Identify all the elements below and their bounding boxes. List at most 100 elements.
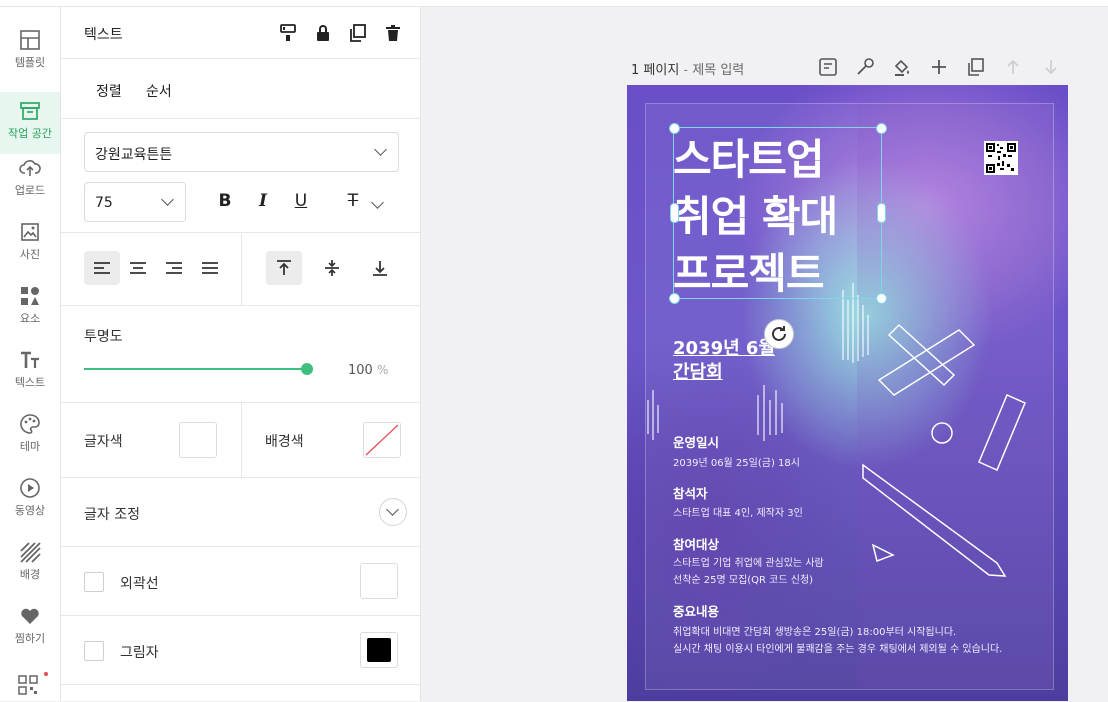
memo-icon[interactable] [818, 57, 838, 77]
page-title-input[interactable]: 제목 입력 [692, 63, 744, 78]
resize-handle-bottom-right[interactable] [876, 293, 887, 304]
schedule-text[interactable]: 2039년 06월 25일(금) 18시 [673, 454, 800, 469]
background-icon [19, 541, 41, 563]
shadow-checkbox[interactable] [84, 641, 104, 661]
panel-header: 텍스트 [61, 7, 420, 59]
schedule-heading[interactable]: 운영일시 [673, 432, 719, 451]
align-center-button[interactable] [120, 251, 156, 285]
align-center-icon [130, 262, 146, 274]
align-right-button[interactable] [156, 251, 192, 285]
align-justify-icon [202, 262, 218, 274]
bg-color-swatch-none[interactable] [363, 422, 401, 458]
strikethrough-icon[interactable]: T [341, 189, 365, 213]
outline-color-swatch[interactable] [360, 563, 398, 599]
opacity-label: 투명도 [84, 329, 123, 345]
outline-checkbox[interactable] [84, 572, 104, 592]
bold-icon[interactable]: B [213, 189, 237, 213]
rail-item-label: 템플릿 [14, 56, 46, 69]
align-left-button[interactable] [84, 251, 120, 285]
add-page-icon[interactable] [929, 57, 949, 77]
font-family-value: 강원교육튼튼 [95, 147, 173, 163]
rail-item-text[interactable]: 텍스트 [0, 327, 60, 389]
target-text[interactable]: 스타트업 기업 취업에 관심있는 사람 [673, 554, 824, 569]
rail-item-background[interactable]: 배경 [0, 519, 60, 581]
upload-icon [19, 157, 41, 179]
attendees-text[interactable]: 스타트업 대표 4인, 제작자 3인 [673, 504, 803, 519]
chevron-down-icon[interactable] [371, 196, 384, 209]
paint-format-icon[interactable] [278, 23, 298, 43]
resize-handle-right[interactable] [877, 203, 886, 223]
chevron-down-icon [374, 143, 387, 156]
font-size-value: 75 [95, 195, 113, 211]
rail-item-theme[interactable]: 테마 [0, 391, 60, 453]
selection-box[interactable] [673, 127, 882, 299]
tab-order[interactable]: 순서 [146, 81, 172, 101]
rail-item-template[interactable]: 템플릿 [0, 7, 60, 69]
qr-code[interactable] [984, 141, 1018, 175]
text-color-swatch[interactable] [179, 422, 217, 458]
opacity-section [61, 305, 420, 403]
shadow-color-swatch[interactable] [360, 632, 398, 668]
duplicate-icon[interactable] [348, 23, 368, 43]
page-header: 1 페이지 - 제목 입력 [631, 59, 744, 78]
resize-handle-top-left[interactable] [669, 123, 680, 134]
rail-item-label: 테마 [19, 440, 41, 453]
paint-bucket-icon[interactable] [892, 57, 912, 77]
heart-icon [19, 605, 41, 627]
tab-align[interactable]: 정렬 [96, 81, 122, 101]
expand-button[interactable] [379, 498, 407, 526]
rail-item-elements[interactable]: 요소 [0, 263, 60, 325]
design-page[interactable]: 스타트업 취업 확대 프로젝트 2039년 6월 간담회 운영일시 2039년 … [627, 85, 1068, 701]
move-up-icon[interactable] [1003, 57, 1023, 77]
rail-item-label: 사진 [19, 248, 41, 261]
details-text[interactable]: 취업확대 비대면 간담회 생방송은 25일(금) 18:00부터 시작됩니다. [673, 623, 956, 638]
opacity-slider-handle[interactable] [301, 363, 313, 375]
poster-subtitle[interactable]: 2039년 6월 간담회 [673, 337, 775, 385]
resize-handle-bottom-left[interactable] [669, 293, 680, 304]
magic-icon[interactable] [855, 57, 875, 77]
video-icon [19, 477, 41, 499]
target-heading[interactable]: 참여대상 [673, 534, 719, 553]
valign-top-icon [277, 260, 291, 275]
elements-icon [19, 285, 41, 307]
move-down-icon[interactable] [1041, 57, 1061, 77]
rotate-handle[interactable] [764, 319, 794, 349]
panel-title: 텍스트 [84, 27, 123, 43]
opacity-unit: % [377, 363, 389, 377]
italic-icon[interactable]: I [251, 189, 275, 213]
valign-middle-button[interactable] [314, 251, 350, 285]
next-section [61, 684, 420, 702]
bg-color-label: 배경색 [265, 434, 304, 450]
copy-page-icon[interactable] [966, 57, 986, 77]
qr-code-icon [986, 143, 1016, 173]
valign-top-button[interactable] [266, 251, 302, 285]
rail-item-photo[interactable]: 사진 [0, 199, 60, 261]
details-text[interactable]: 실시간 채팅 이용시 타인에게 불쾌감을 주는 경우 채팅에서 제외될 수 있습… [673, 640, 1002, 655]
underline-icon[interactable]: U [289, 189, 313, 213]
attendees-heading[interactable]: 참석자 [673, 483, 708, 502]
shadow-color-fill [367, 638, 391, 662]
photo-icon [19, 221, 41, 243]
font-family-select[interactable]: 강원교육튼튼 [84, 132, 399, 172]
rail-item-upload[interactable]: 업로드 [0, 135, 60, 197]
resize-handle-left[interactable] [670, 203, 679, 223]
rail-item-favorite[interactable]: 찜하기 [0, 583, 60, 645]
rail-item-label: 업로드 [14, 184, 46, 197]
align-left-icon [94, 262, 110, 274]
chevron-down-icon [386, 503, 399, 516]
opacity-value[interactable]: 100 [348, 363, 373, 378]
resize-handle-top-right[interactable] [876, 123, 887, 134]
opacity-slider-track[interactable] [84, 368, 307, 370]
trash-icon[interactable] [383, 23, 403, 43]
valign-bottom-button[interactable] [362, 251, 398, 285]
details-heading[interactable]: 중요내용 [673, 601, 719, 620]
rail-item-label: 동영상 [14, 504, 46, 517]
target-text[interactable]: 선착순 25명 모집(QR 코드 신청) [673, 571, 813, 586]
align-justify-button[interactable] [192, 251, 228, 285]
lock-icon[interactable] [313, 23, 333, 43]
qr-icon[interactable] [18, 675, 38, 695]
font-size-select[interactable]: 75 [84, 182, 186, 222]
rail-item-video[interactable]: 동영상 [0, 455, 60, 517]
text-color-label: 글자색 [84, 434, 123, 450]
valign-bottom-icon [373, 261, 387, 276]
